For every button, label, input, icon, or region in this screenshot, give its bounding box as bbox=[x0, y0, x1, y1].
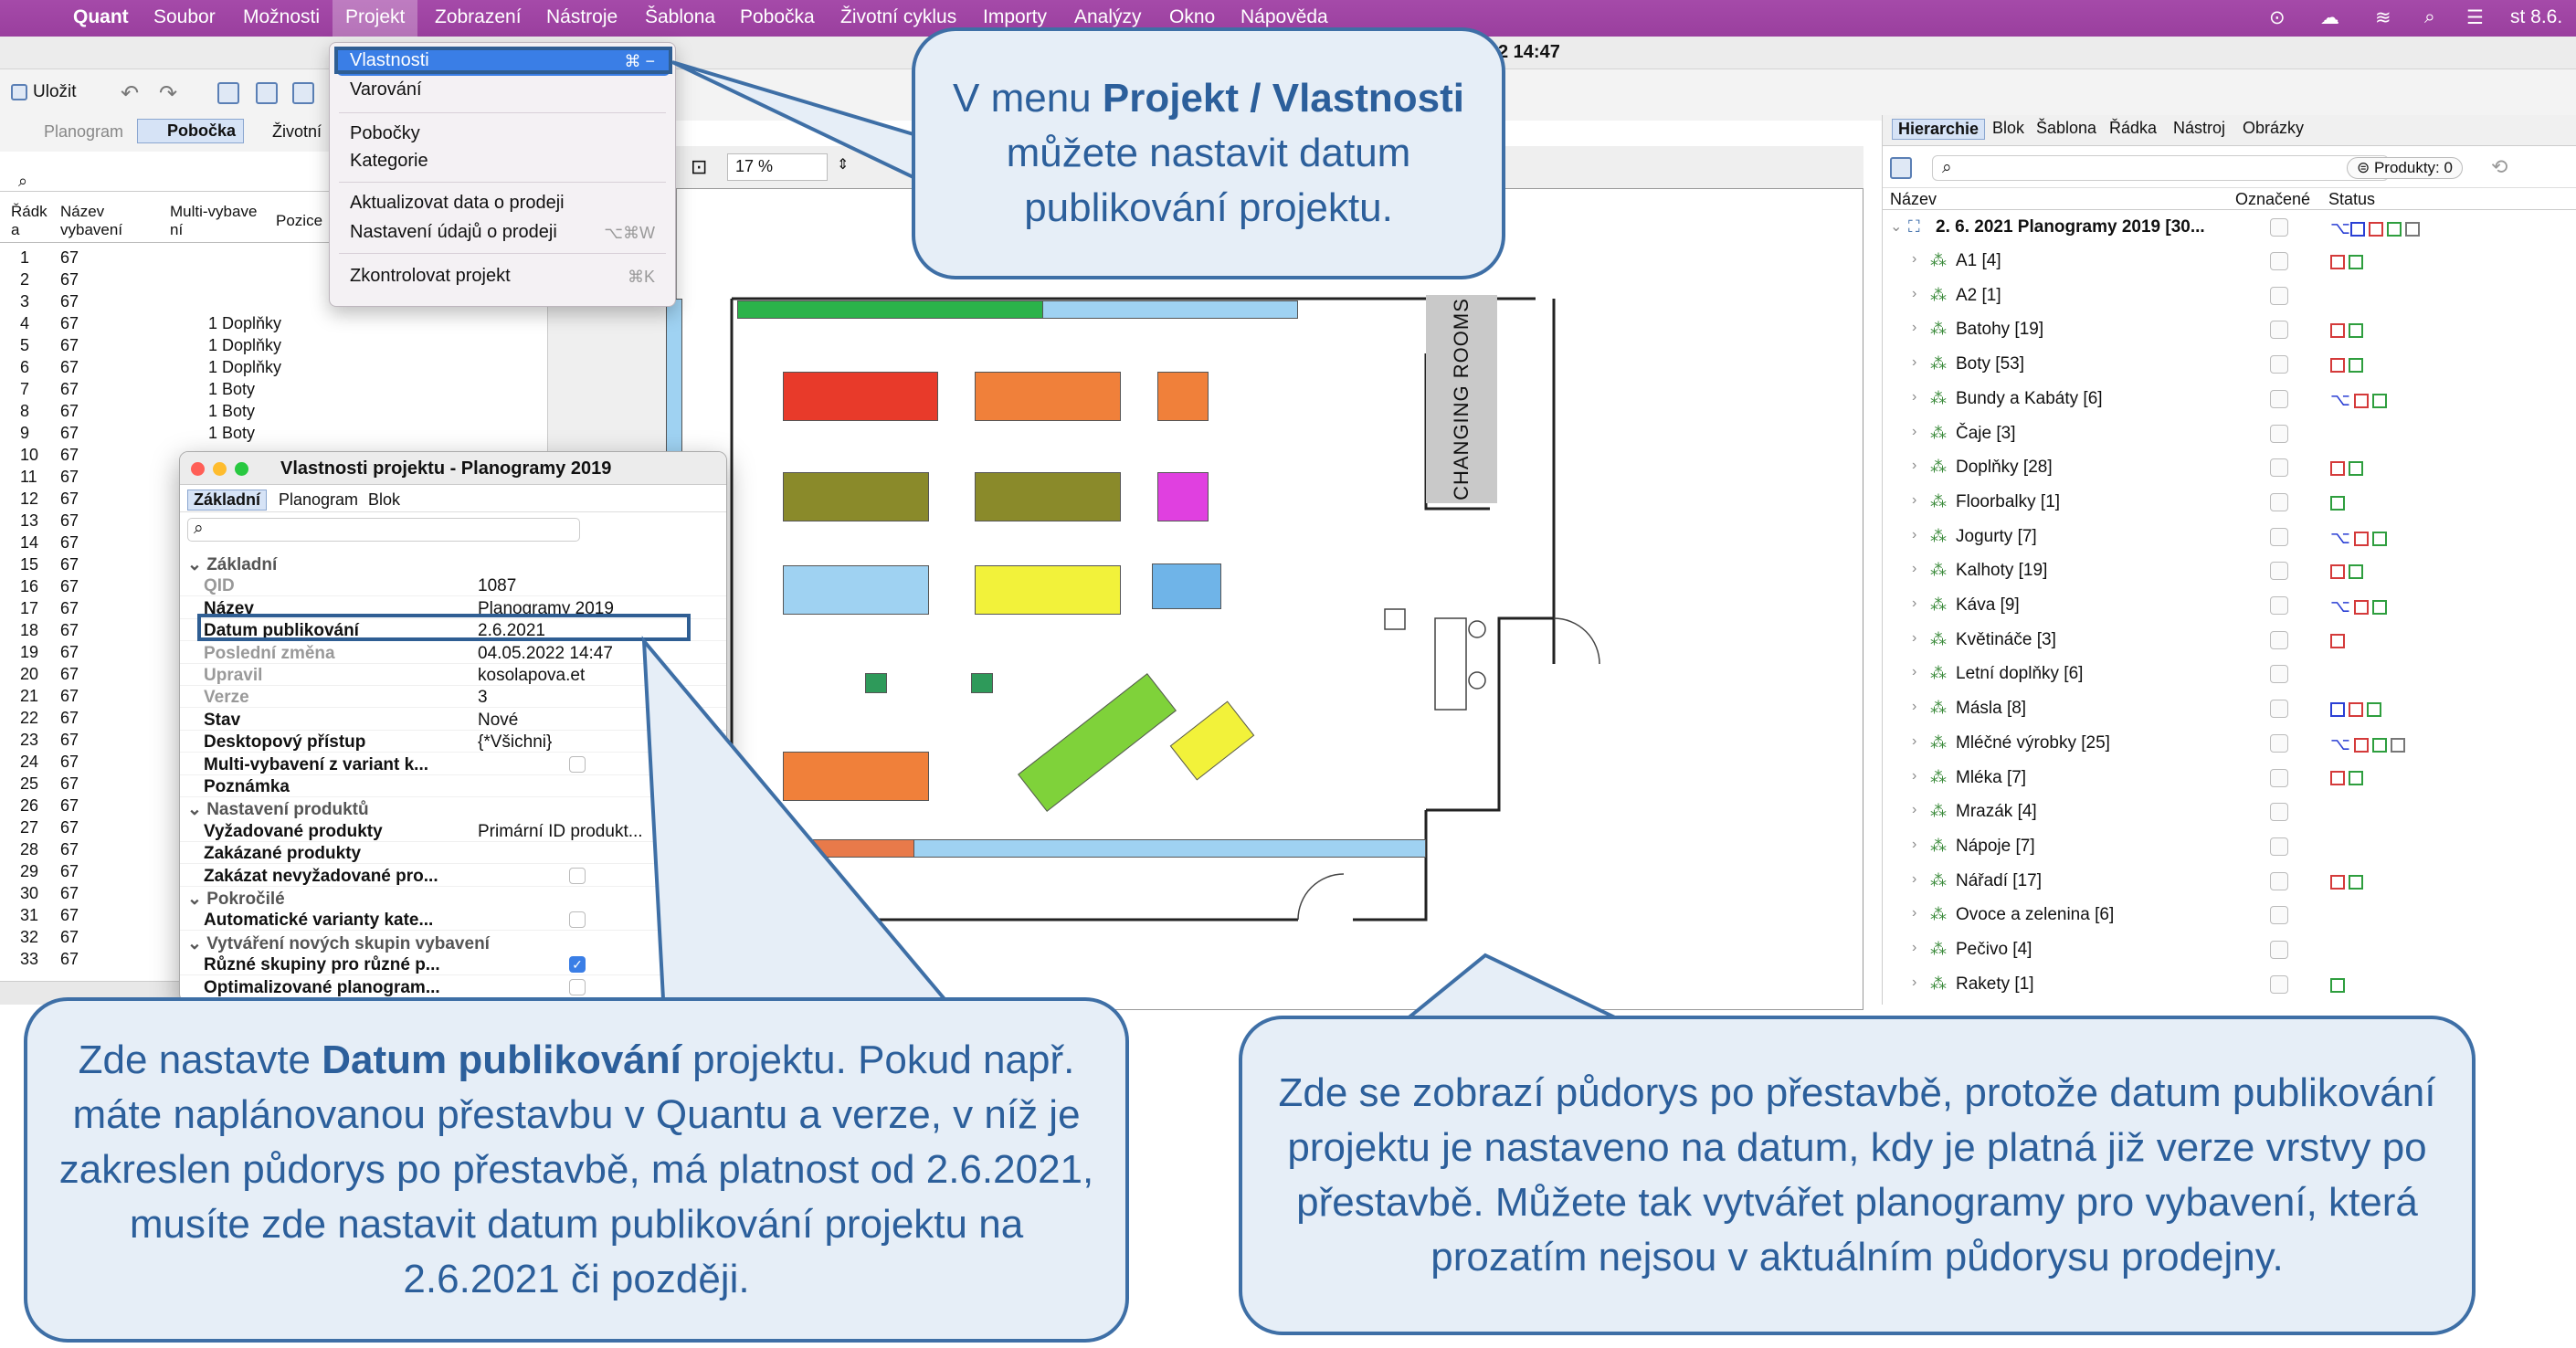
pointer-top bbox=[671, 60, 925, 182]
callout-left: Zde nastavte Datum publikování projektu.… bbox=[24, 997, 1129, 1343]
callout-top-bold: Projekt / Vlastnosti bbox=[1102, 76, 1464, 121]
callout-right-text: Zde se zobrazí půdorys po přestavbě, pro… bbox=[1278, 1070, 2436, 1280]
pointer-left bbox=[641, 636, 949, 1001]
callout-top: V menu Projekt / Vlastnosti můžete nasta… bbox=[912, 27, 1505, 279]
pointer-right bbox=[1401, 953, 1620, 1021]
callout-left-bold: Datum publikování bbox=[322, 1037, 681, 1082]
callout-right: Zde se zobrazí půdorys po přestavbě, pro… bbox=[1239, 1016, 2476, 1335]
callout-top-post: můžete nastavit datum publikování projek… bbox=[1006, 131, 1411, 230]
callout-left-pre: Zde nastavte bbox=[78, 1037, 322, 1082]
callout-top-pre: V menu bbox=[953, 76, 1103, 121]
